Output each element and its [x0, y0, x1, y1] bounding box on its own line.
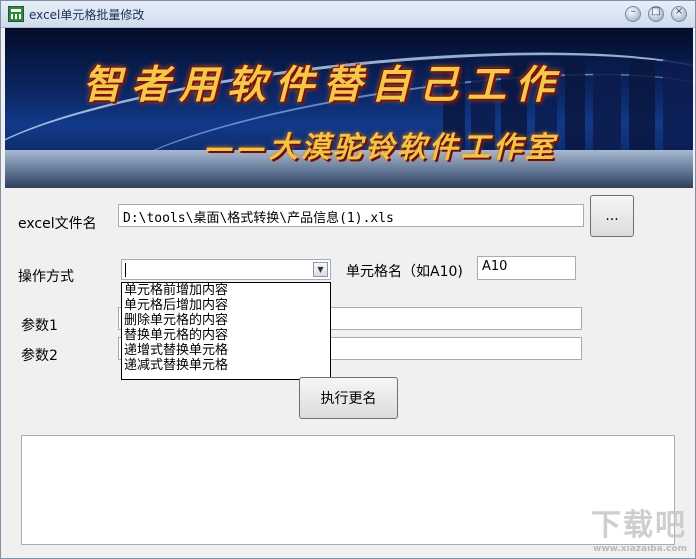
window-title: excel单元格批量修改	[29, 8, 145, 22]
excel-app-icon	[8, 6, 24, 22]
maximize-button[interactable]: □	[648, 6, 664, 22]
output-textarea[interactable]	[21, 435, 675, 545]
watermark: 下载吧 www.xiazaiba.com	[591, 500, 687, 554]
title-bar[interactable]: excel单元格批量修改 – □ ×	[1, 1, 695, 28]
banner-slogan: 智者用软件替自己工作	[83, 62, 564, 108]
minimize-icon: –	[630, 6, 636, 17]
close-icon: ×	[674, 6, 684, 17]
minimize-button[interactable]: –	[625, 6, 641, 22]
cell-name-input[interactable]: A10	[477, 256, 576, 280]
close-button[interactable]: ×	[671, 6, 687, 22]
mode-option[interactable]: 单元格后增加内容	[122, 298, 330, 313]
banner-image: 智者用软件替自己工作 ——大漠驼铃软件工作室	[5, 28, 693, 188]
mode-dropdown-list[interactable]: 单元格前增加内容 单元格后增加内容 删除单元格的内容 替换单元格的内容 递增式替…	[121, 282, 331, 380]
mode-option[interactable]: 替换单元格的内容	[122, 328, 330, 343]
watermark-url: www.xiazaiba.com	[593, 544, 687, 554]
mode-label: 操作方式	[18, 269, 74, 285]
browse-button[interactable]: ...	[590, 195, 634, 237]
execute-button[interactable]: 执行更名	[299, 377, 398, 419]
mode-select[interactable]: ▼	[121, 259, 331, 280]
mode-option[interactable]: 单元格前增加内容	[122, 283, 330, 298]
text-caret	[125, 263, 126, 277]
param2-label: 参数2	[21, 348, 58, 364]
mode-option[interactable]: 删除单元格的内容	[122, 313, 330, 328]
maximize-icon: □	[651, 6, 661, 17]
watermark-text: 下载吧	[591, 508, 687, 543]
banner-studio: ——大漠驼铃软件工作室	[205, 130, 558, 164]
chevron-down-icon[interactable]: ▼	[313, 262, 328, 277]
app-window: excel单元格批量修改 – □ × 智者用软件替自己工作 ——大漠驼铃软件工作…	[0, 0, 696, 559]
param1-label: 参数1	[21, 318, 58, 334]
mode-option[interactable]: 递减式替换单元格	[122, 358, 330, 373]
mode-option[interactable]: 递增式替换单元格	[122, 343, 330, 358]
file-path-input[interactable]: D:\tools\桌面\格式转换\产品信息(1).xls	[118, 204, 584, 227]
cell-label: 单元格名（如A10)	[346, 264, 463, 280]
file-label: excel文件名	[18, 216, 97, 232]
